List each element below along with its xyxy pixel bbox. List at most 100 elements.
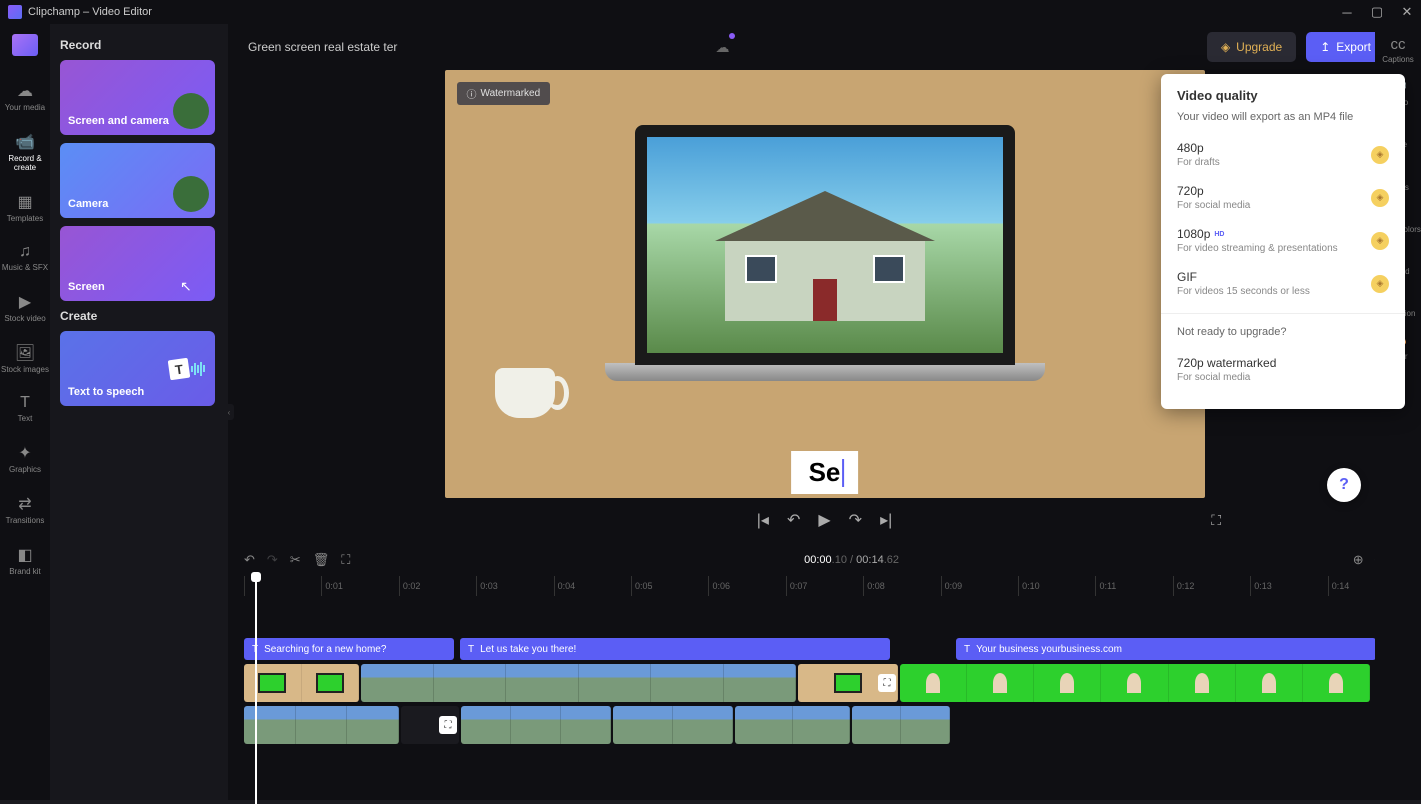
sidebar-transitions[interactable]: ⇄Transitions (0, 491, 50, 528)
redo-button[interactable]: ↷ (267, 552, 278, 568)
play-button[interactable]: ▶ (818, 510, 830, 530)
center-area: Green screen real estate ter ☁ ◈ Upgrade… (228, 24, 1421, 800)
upgrade-button[interactable]: ◈ Upgrade (1207, 32, 1296, 62)
zoom-in-button[interactable]: ⊕ (1353, 552, 1364, 568)
text-clip[interactable]: TLet us take you there! (460, 638, 890, 660)
graphics-icon: ✦ (18, 443, 31, 463)
video-clip[interactable] (735, 706, 850, 744)
maximize-button[interactable]: ▢ (1371, 6, 1383, 18)
crop-button[interactable]: ⛶ (341, 552, 350, 568)
text-clip[interactable]: TSearching for a new home? (244, 638, 454, 660)
video-clip[interactable] (244, 706, 399, 744)
export-quality-title: Video quality (1161, 88, 1405, 111)
timecode: 00:00.10 / 00:14.62 (362, 554, 1340, 566)
sidebar-your-media[interactable]: ☁Your media (0, 78, 50, 115)
record-panel: Record Screen and camera Camera Screen C… (50, 24, 228, 800)
link-icon: ⛶ (878, 674, 896, 692)
text-icon: T (964, 644, 970, 655)
record-heading: Record (60, 38, 218, 52)
video-clip[interactable] (244, 664, 359, 702)
video-track-2: ⛶ (244, 706, 1405, 744)
create-heading: Create (60, 309, 218, 323)
music-icon: ♫ (19, 243, 31, 261)
premium-icon: ◈ (1371, 232, 1389, 250)
project-title[interactable]: Green screen real estate ter (248, 40, 705, 54)
export-dropdown: Video quality Your video will export as … (1161, 74, 1405, 409)
premium-icon: ◈ (1371, 189, 1389, 207)
record-screen-camera-card[interactable]: Screen and camera (60, 60, 215, 135)
record-camera-card[interactable]: Camera (60, 143, 215, 218)
delete-button[interactable]: 🗑 (313, 552, 330, 568)
text-clip[interactable]: TYour business yourbusiness.com (956, 638, 1376, 660)
export-option-1080p[interactable]: 1080pHD For video streaming & presentati… (1161, 219, 1405, 262)
video-icon: ▶ (19, 292, 31, 312)
diamond-icon: ◈ (1221, 40, 1230, 54)
video-clip-greenscreen[interactable] (900, 664, 1370, 702)
transitions-icon: ⇄ (18, 494, 31, 514)
close-button[interactable]: ✕ (1401, 6, 1413, 18)
sync-off-icon[interactable]: ☁ (715, 39, 729, 56)
avatar (173, 93, 209, 129)
avatar (173, 176, 209, 212)
playhead[interactable] (255, 574, 257, 804)
sidebar-graphics[interactable]: ✦Graphics (0, 440, 50, 477)
fullscreen-button[interactable]: ⛶ (1211, 512, 1221, 529)
cloud-upload-icon: ☁ (17, 81, 33, 101)
export-option-480p[interactable]: 480p For drafts ◈ (1161, 133, 1405, 176)
sidebar-text[interactable]: TText (0, 391, 50, 426)
sidebar-record-create[interactable]: 📹Record & create (0, 129, 50, 175)
topbar: Green screen real estate ter ☁ ◈ Upgrade… (228, 24, 1421, 70)
export-upgrade-prompt: Not ready to upgrade? (1177, 326, 1389, 338)
timeline-ruler[interactable]: 0:01 0:02 0:03 0:04 0:05 0:06 0:07 0:08 … (244, 576, 1405, 596)
text-overlay[interactable]: Se (791, 451, 859, 494)
record-screen-card[interactable]: Screen (60, 226, 215, 301)
playback-controls: |◂ ↶ ▶ ↷ ▸| ⛶ (228, 498, 1421, 542)
export-subtitle: Your video will export as an MP4 file (1161, 111, 1405, 133)
forward-button[interactable]: ↷ (849, 510, 862, 530)
timeline: ↶ ↷ ✂ 🗑 ⛶ 00:00.10 / 00:14.62 ⊕ ⊖ ⤢ (228, 542, 1421, 800)
video-clip[interactable] (361, 664, 796, 702)
premium-icon: ◈ (1371, 146, 1389, 164)
video-clip[interactable] (852, 706, 950, 744)
video-preview[interactable]: ⓘ Watermarked (445, 70, 1205, 498)
undo-button[interactable]: ↶ (244, 552, 255, 568)
sync-badge-icon (729, 33, 735, 39)
sidebar-templates[interactable]: ▦Templates (0, 189, 50, 226)
image-icon: 🖼 (15, 343, 35, 363)
camera-icon: 📹 (15, 132, 35, 152)
info-icon: ⓘ (467, 86, 477, 101)
sidebar-stock-images[interactable]: 🖼Stock images (0, 340, 50, 377)
mug-prop (495, 368, 555, 418)
captions-tab[interactable]: ccCaptions (1382, 36, 1414, 64)
text-to-speech-card[interactable]: Text to speech T (60, 331, 215, 406)
video-clip[interactable] (461, 706, 611, 744)
tts-icon: T (169, 359, 205, 379)
brand-kit-icon: ◧ (17, 545, 32, 565)
skip-end-button[interactable]: ▸| (880, 510, 892, 530)
split-button[interactable]: ✂ (290, 552, 301, 568)
left-sidebar: ☁Your media 📹Record & create ▦Templates … (0, 24, 50, 800)
video-clip[interactable]: ⛶ (798, 664, 898, 702)
clipchamp-logo[interactable] (12, 34, 38, 56)
sidebar-stock-video[interactable]: ▶Stock video (0, 289, 50, 326)
text-icon: T (20, 394, 30, 412)
text-icon: T (468, 644, 474, 655)
link-icon: ⛶ (439, 716, 457, 734)
minimize-button[interactable]: ─ (1341, 6, 1353, 18)
collapse-panel-handle[interactable]: ‹ (224, 404, 234, 420)
video-clip[interactable]: ⛶ (401, 706, 459, 744)
export-option-720p-wm[interactable]: 720p watermarked For social media (1177, 348, 1389, 391)
rewind-button[interactable]: ↶ (787, 510, 800, 530)
video-track-1: ⛶ (244, 664, 1405, 702)
text-track: TSearching for a new home? TLet us take … (244, 638, 1405, 660)
video-clip[interactable] (613, 706, 733, 744)
skip-start-button[interactable]: |◂ (757, 510, 769, 530)
help-button[interactable]: ? (1327, 468, 1361, 502)
watermark-badge: ⓘ Watermarked (457, 82, 551, 105)
sidebar-music-sfx[interactable]: ♫Music & SFX (0, 240, 50, 275)
export-option-gif[interactable]: GIF For videos 15 seconds or less ◈ (1161, 262, 1405, 305)
sidebar-brand-kit[interactable]: ◧Brand kit (0, 542, 50, 579)
upload-icon: ↥ (1320, 40, 1330, 54)
export-option-720p[interactable]: 720p For social media ◈ (1161, 176, 1405, 219)
app-icon (8, 5, 22, 19)
